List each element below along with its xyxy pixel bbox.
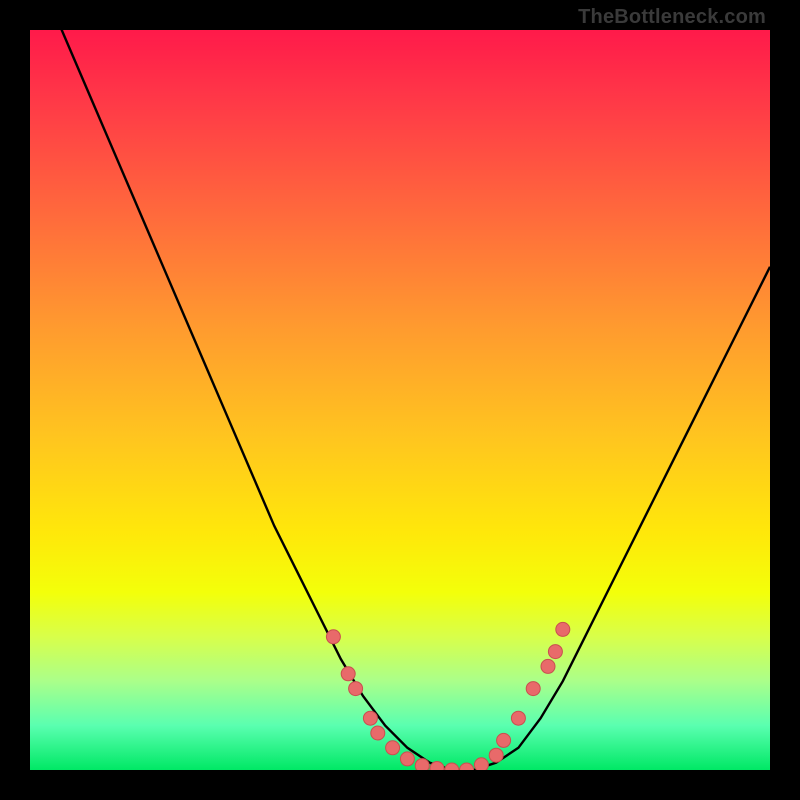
marker-point bbox=[511, 711, 525, 725]
chart-svg bbox=[30, 30, 770, 770]
marker-point bbox=[371, 726, 385, 740]
marker-point bbox=[556, 622, 570, 636]
watermark-text: TheBottleneck.com bbox=[578, 6, 766, 29]
chart-frame bbox=[30, 30, 770, 770]
marker-point bbox=[489, 748, 503, 762]
marker-point bbox=[415, 759, 429, 770]
marker-point bbox=[326, 630, 340, 644]
marker-point bbox=[497, 733, 511, 747]
marker-point bbox=[386, 741, 400, 755]
marker-point bbox=[445, 763, 459, 770]
marker-point bbox=[341, 667, 355, 681]
marker-point bbox=[363, 711, 377, 725]
marker-point bbox=[526, 682, 540, 696]
marker-point bbox=[474, 758, 488, 770]
marker-point bbox=[460, 763, 474, 770]
bottleneck-curve-path bbox=[30, 30, 770, 770]
marker-point bbox=[548, 645, 562, 659]
marker-point bbox=[400, 752, 414, 766]
marker-point bbox=[541, 659, 555, 673]
marker-point bbox=[349, 682, 363, 696]
